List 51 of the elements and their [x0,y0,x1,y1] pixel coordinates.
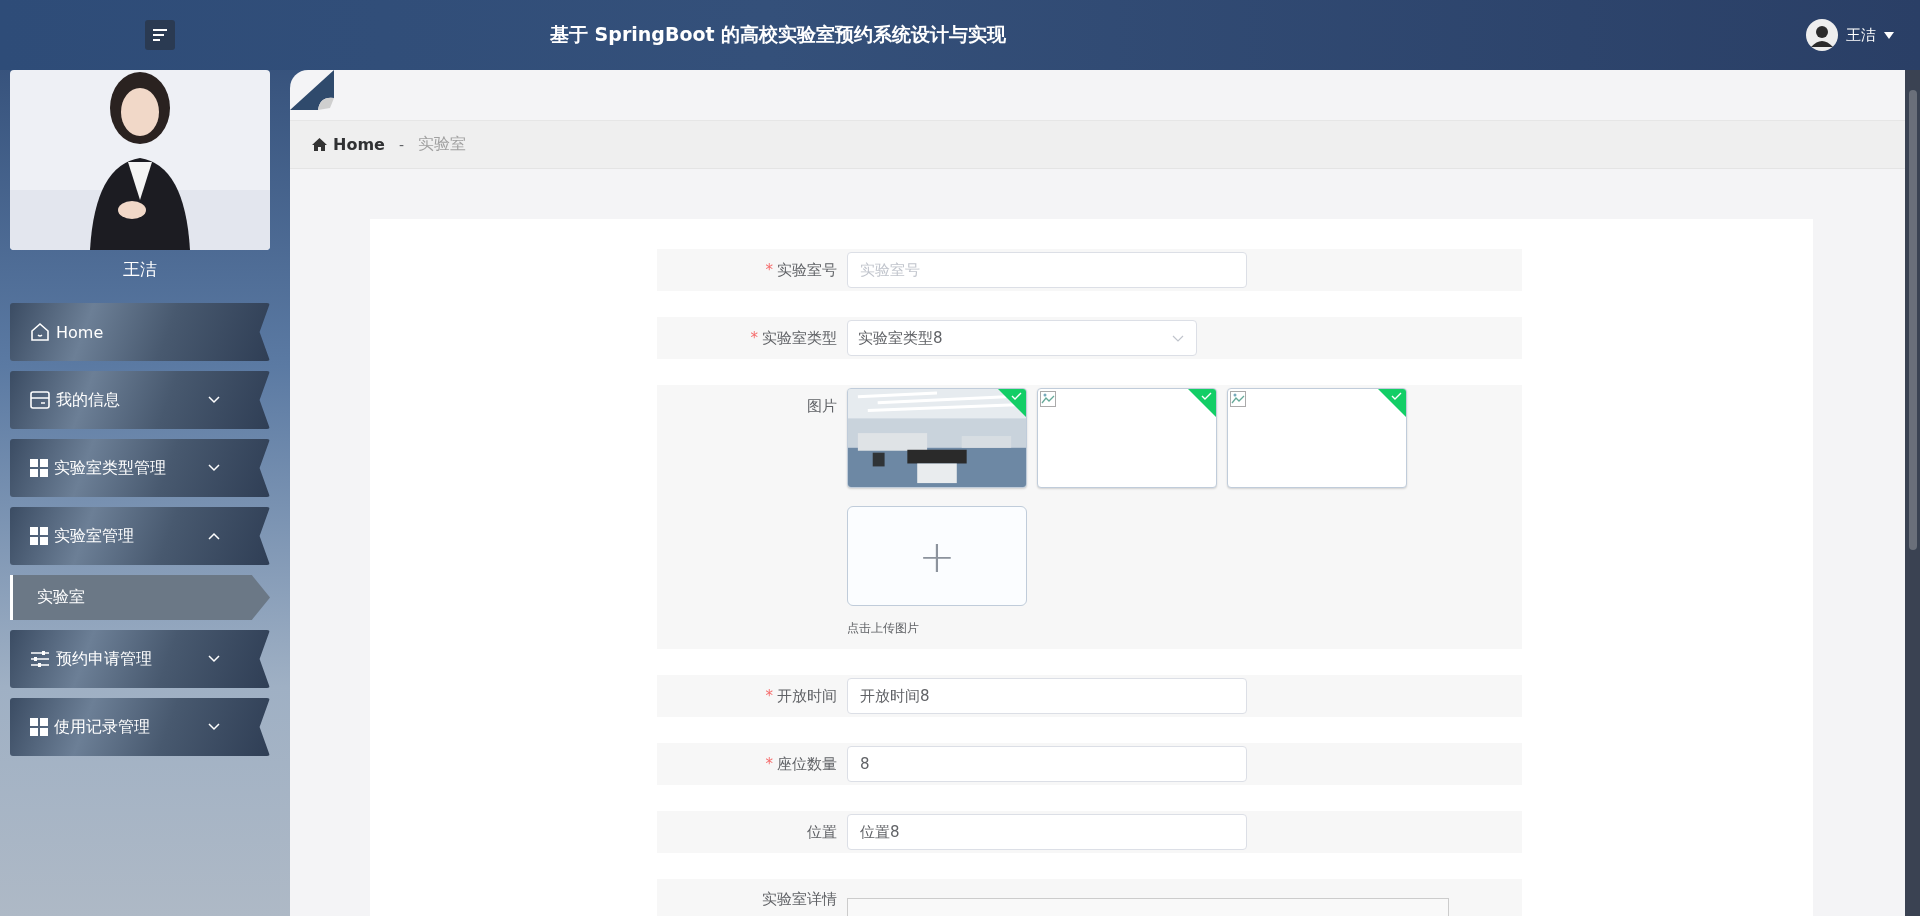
image-thumbnail[interactable] [1227,388,1407,488]
select-field[interactable]: 实验室类型8 [847,320,1197,356]
home-icon [30,322,50,342]
sliders-icon [30,650,50,668]
nav-item[interactable]: 我的信息 [10,371,270,429]
nav-item[interactable]: 实验室管理 [10,507,270,565]
card-icon [30,391,50,409]
breadcrumb-separator: - [398,136,404,153]
scrollbar[interactable] [1905,70,1920,916]
field-label: * 座位数量 [764,754,838,775]
input-field[interactable]: 实验室号 [847,252,1247,288]
chevron-down-icon [208,723,220,731]
home-icon [312,138,327,151]
field-label: * 实验室号 [764,260,838,281]
user-name[interactable]: 王洁 [1846,25,1876,45]
input-field[interactable]: 开放时间8 [847,678,1247,714]
field-label: 位置 [806,822,838,843]
profile-name: 王洁 [122,258,158,281]
nav-item[interactable]: 实验室类型管理 [10,439,270,497]
chevron-down-icon [208,396,220,404]
app-title: 基于 SpringBoot 的高校实验室预约系统设计与实现 [550,22,1007,47]
check-corner-icon [1378,389,1406,417]
menu-icon[interactable] [145,20,175,50]
field-label: 实验室详情 [761,889,838,910]
grid-icon [30,459,48,477]
nav-item[interactable]: 使用记录管理 [10,698,270,756]
input-field[interactable]: 8 [847,746,1247,782]
caret-icon[interactable] [1884,31,1894,39]
nav-item[interactable]: 预约申请管理 [10,630,270,688]
chevron-down-icon [1172,334,1184,342]
field-label: * 实验室类型 [749,328,838,349]
upload-button[interactable]: + [847,506,1027,606]
breadcrumb-current: 实验室 [417,134,466,155]
breadcrumb-home-link[interactable]: Home [333,135,385,154]
upload-hint: 点击上传图片 [847,620,920,637]
image-thumbnail[interactable] [1037,388,1217,488]
chevron-down-icon [208,655,220,663]
nav-item[interactable]: Home [10,303,270,361]
broken-image-icon [1230,391,1246,407]
submenu-item[interactable]: 实验室 [10,575,270,620]
broken-image-icon [1040,391,1056,407]
field-label: 图片 [806,396,838,417]
check-corner-icon [1188,389,1216,417]
page-curl-icon [290,70,334,110]
chevron-up-icon [208,532,220,540]
input-field[interactable]: 位置8 [847,814,1247,850]
grid-icon [30,527,48,545]
user-avatar-icon[interactable] [1806,19,1838,51]
grid-icon [30,718,48,736]
field-label: * 开放时间 [764,686,838,707]
chevron-down-icon [208,464,220,472]
